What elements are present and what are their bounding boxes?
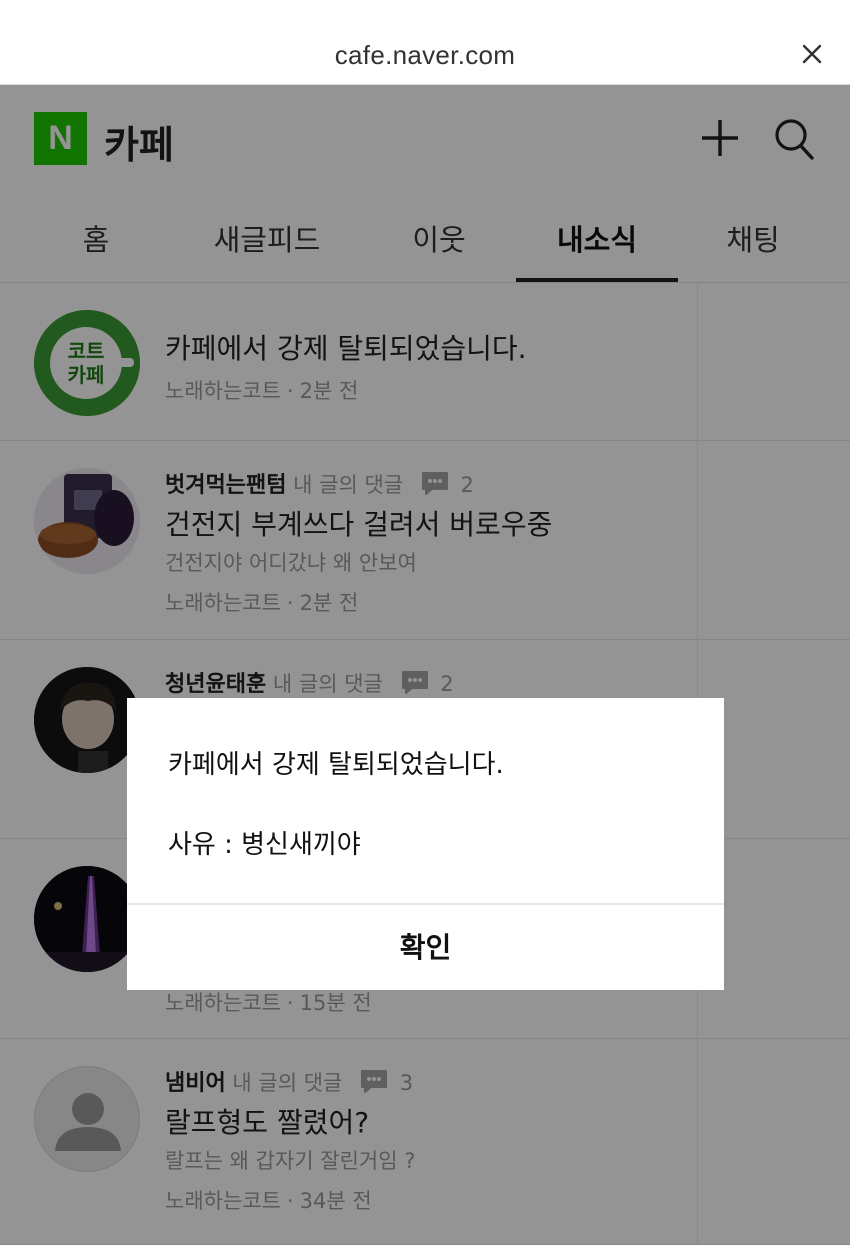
dialog-reason: 사유 : 병신새끼야 — [168, 830, 361, 860]
modal-backdrop[interactable] — [0, 85, 850, 1245]
browser-url-bar: cafe.naver.com — [0, 0, 850, 85]
url-text: cafe.naver.com — [334, 40, 516, 70]
alert-dialog: 카페에서 강제 탈퇴되었습니다. 사유 : 병신새끼야 확인 — [127, 698, 724, 990]
close-icon[interactable] — [800, 42, 824, 66]
confirm-button[interactable]: 확인 — [127, 905, 724, 990]
dialog-message: 카페에서 강제 탈퇴되었습니다. — [168, 750, 504, 780]
